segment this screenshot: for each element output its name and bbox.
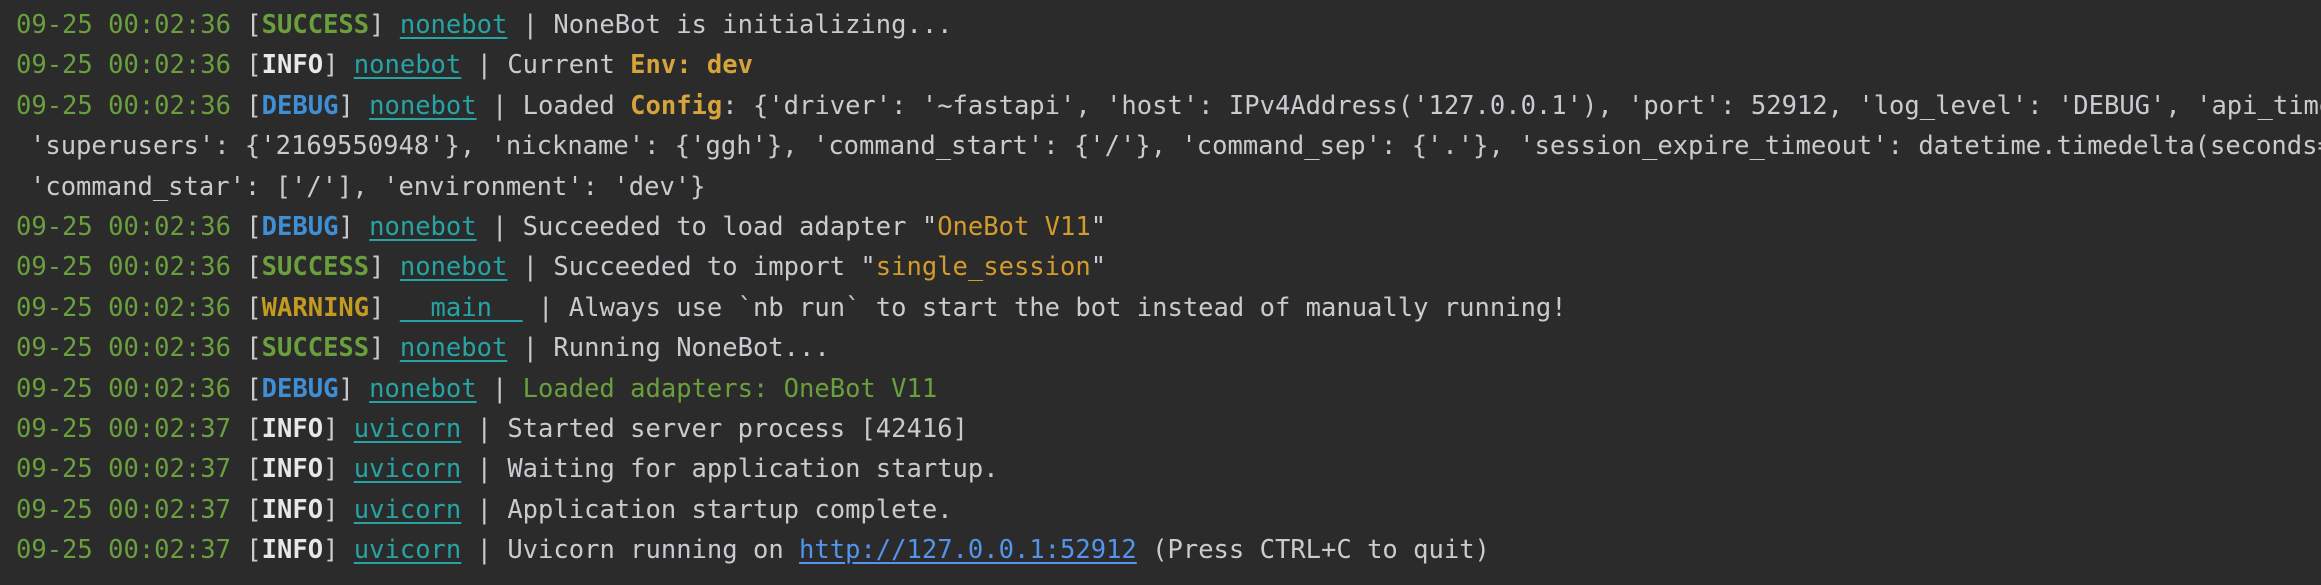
log-timestamp: 09-25 00:02:36 (16, 333, 231, 364)
log-message-highlight: Env: dev (630, 50, 753, 81)
log-message-suffix: " (1090, 252, 1107, 283)
log-continuation-line: 'superusers': {'2169550948'}, 'nickname'… (0, 126, 2321, 166)
log-continuation-line: 'command_star': ['/'], 'environment': 'd… (0, 167, 2321, 207)
log-module-link[interactable]: nonebot (354, 50, 461, 80)
log-line: 09-25 00:02:36 [WARNING] __main__ | Alwa… (16, 292, 1567, 323)
log-line: 09-25 00:02:36 [INFO] nonebot | Current … (16, 50, 753, 81)
log-module-link[interactable]: nonebot (369, 374, 476, 404)
log-module-link[interactable]: uvicorn (354, 454, 461, 484)
log-message: Loaded (522, 90, 631, 121)
log-message: Loaded adapters: OneBot V11 (522, 373, 938, 404)
log-timestamp: 09-25 00:02:36 (16, 292, 231, 323)
log-line: 09-25 00:02:36 [DEBUG] nonebot | Loaded … (16, 373, 938, 404)
log-level: DEBUG (261, 211, 339, 242)
log-module-link[interactable]: uvicorn (354, 495, 461, 525)
log-timestamp: 09-25 00:02:36 (16, 252, 231, 283)
log-message-string: single_session (875, 252, 1091, 283)
log-message: Current (507, 50, 631, 81)
log-level: DEBUG (261, 373, 339, 404)
log-timestamp: 09-25 00:02:37 (16, 413, 231, 444)
log-module-link[interactable]: nonebot (400, 252, 507, 282)
log-line: 09-25 00:02:37 [INFO] uvicorn | Waiting … (16, 454, 999, 485)
log-line: 09-25 00:02:37 [INFO] uvicorn | Applicat… (16, 494, 953, 525)
log-message-string: OneBot V11 (937, 211, 1091, 242)
log-message: Waiting for application startup. (507, 454, 999, 485)
log-level: INFO (261, 454, 324, 485)
log-message: Uvicorn running on (507, 535, 800, 566)
log-message: Succeeded to import " (553, 252, 876, 283)
log-timestamp: 09-25 00:02:36 (16, 10, 231, 40)
log-level: INFO (261, 50, 324, 81)
log-module-link[interactable]: nonebot (400, 333, 507, 363)
log-level: SUCCESS (261, 333, 370, 364)
log-message: 'command_star': ['/'], 'environment': 'd… (30, 171, 706, 202)
log-module-link[interactable]: nonebot (369, 91, 476, 121)
log-module-link[interactable]: nonebot (400, 10, 507, 40)
log-level: INFO (261, 494, 324, 525)
log-timestamp: 09-25 00:02:37 (16, 535, 231, 566)
log-message: Running NoneBot... (553, 333, 830, 364)
log-message: 'superusers': {'2169550948'}, 'nickname'… (30, 131, 2321, 162)
log-message: Started server process [42416] (507, 413, 968, 444)
log-line: 09-25 00:02:36 [SUCCESS] nonebot | NoneB… (16, 10, 953, 40)
log-level: INFO (261, 535, 324, 566)
log-message: Application startup complete. (507, 494, 953, 525)
log-level: SUCCESS (261, 10, 370, 40)
log-message-suffix: " (1090, 211, 1107, 242)
log-line: 09-25 00:02:37 [INFO] uvicorn | Uvicorn … (16, 535, 1490, 566)
log-message-highlight: Config (630, 90, 723, 121)
log-timestamp: 09-25 00:02:37 (16, 454, 231, 485)
log-message: Always use `nb run` to start the bot ins… (568, 292, 1567, 323)
server-url-link[interactable]: http://127.0.0.1:52912 (799, 535, 1137, 565)
log-module-link[interactable]: __main__ (400, 293, 523, 323)
log-module-link[interactable]: uvicorn (354, 535, 461, 565)
log-level: INFO (261, 413, 324, 444)
log-timestamp: 09-25 00:02:36 (16, 373, 231, 404)
log-message-config: : {'driver': '~fastapi', 'host': IPv4Add… (722, 90, 2321, 121)
log-line: 09-25 00:02:36 [DEBUG] nonebot | Succeed… (16, 211, 1107, 242)
log-line: 09-25 00:02:37 [INFO] uvicorn | Started … (16, 413, 968, 444)
log-timestamp: 09-25 00:02:36 (16, 90, 231, 121)
log-timestamp: 09-25 00:02:36 (16, 50, 231, 81)
log-module-link[interactable]: uvicorn (354, 414, 461, 444)
log-level: DEBUG (261, 90, 339, 121)
log-line: 09-25 00:02:36 [DEBUG] nonebot | Loaded … (0, 86, 2321, 126)
log-line: 09-25 00:02:36 [SUCCESS] nonebot | Succe… (16, 252, 1107, 283)
log-message-suffix: (Press CTRL+C to quit) (1136, 535, 1490, 566)
log-line: 09-25 00:02:36 [SUCCESS] nonebot | Runni… (16, 333, 830, 364)
log-module-link[interactable]: nonebot (369, 212, 476, 242)
log-timestamp: 09-25 00:02:37 (16, 494, 231, 525)
console-output: 09-25 00:02:36 [SUCCESS] nonebot | NoneB… (0, 0, 2321, 585)
log-timestamp: 09-25 00:02:36 (16, 211, 231, 242)
log-level: WARNING (261, 292, 370, 323)
log-message: NoneBot is initializing... (553, 10, 953, 40)
log-level: SUCCESS (261, 252, 370, 283)
log-message: Succeeded to load adapter " (522, 211, 938, 242)
